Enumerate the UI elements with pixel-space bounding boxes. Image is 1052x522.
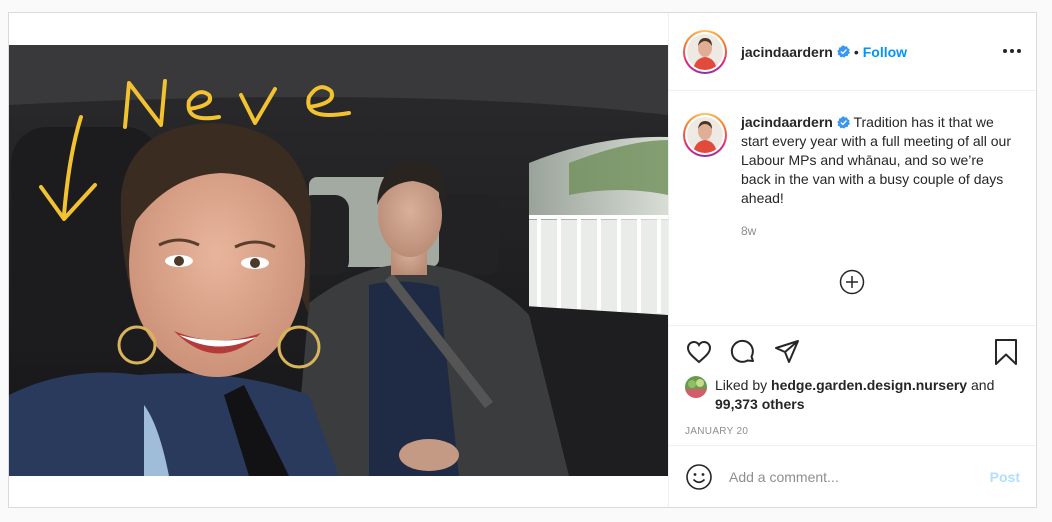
post-photo[interactable] <box>9 45 668 476</box>
post-sidebar: jacindaardern • Follow jacindaardern Tra… <box>668 13 1036 507</box>
caption-timestamp[interactable]: 8w <box>741 224 1020 238</box>
bookmark-icon[interactable] <box>992 338 1020 366</box>
verified-badge-icon <box>837 45 850 58</box>
caption-avatar[interactable] <box>683 113 727 157</box>
author-avatar[interactable] <box>683 29 727 74</box>
emoji-icon[interactable] <box>685 463 713 491</box>
verified-badge-icon <box>837 115 850 129</box>
post-actions: Liked by hedge.garden.design.nursery and… <box>669 325 1036 445</box>
liker-username[interactable]: hedge.garden.design.nursery <box>771 377 967 393</box>
likes-count[interactable]: 99,373 others <box>715 396 805 412</box>
comments-section: jacindaardern Tradition has it that we s… <box>669 91 1036 325</box>
likes-middle: and <box>971 377 995 393</box>
post-date[interactable]: JANUARY 20 <box>685 426 1020 437</box>
post-media <box>9 13 668 507</box>
more-options-icon[interactable] <box>1002 43 1022 59</box>
header-separator: • <box>853 43 859 60</box>
likes-prefix: Liked by <box>715 377 768 393</box>
likes-text: Liked by hedge.garden.design.nursery and… <box>715 376 994 414</box>
share-icon[interactable] <box>773 338 801 366</box>
follow-button[interactable]: Follow <box>863 44 907 60</box>
likes-summary: Liked by hedge.garden.design.nursery and… <box>685 376 1020 414</box>
comment-input[interactable] <box>729 468 990 485</box>
action-icons <box>685 338 1020 366</box>
post-comment-button[interactable]: Post <box>990 469 1020 485</box>
comment-form: Post <box>669 445 1036 507</box>
instagram-post: jacindaardern • Follow jacindaardern Tra… <box>8 12 1037 508</box>
post-header: jacindaardern • Follow <box>669 13 1036 91</box>
caption-username[interactable]: jacindaardern <box>741 114 833 130</box>
comment-icon[interactable] <box>729 338 757 366</box>
caption-text: jacindaardern Tradition has it that we s… <box>741 113 1011 208</box>
caption: jacindaardern Tradition has it that we s… <box>683 113 1020 208</box>
plus-circle-icon[interactable] <box>839 269 865 295</box>
author-username[interactable]: jacindaardern <box>741 44 833 60</box>
liker-avatar[interactable] <box>685 376 707 398</box>
heart-icon[interactable] <box>685 338 713 366</box>
